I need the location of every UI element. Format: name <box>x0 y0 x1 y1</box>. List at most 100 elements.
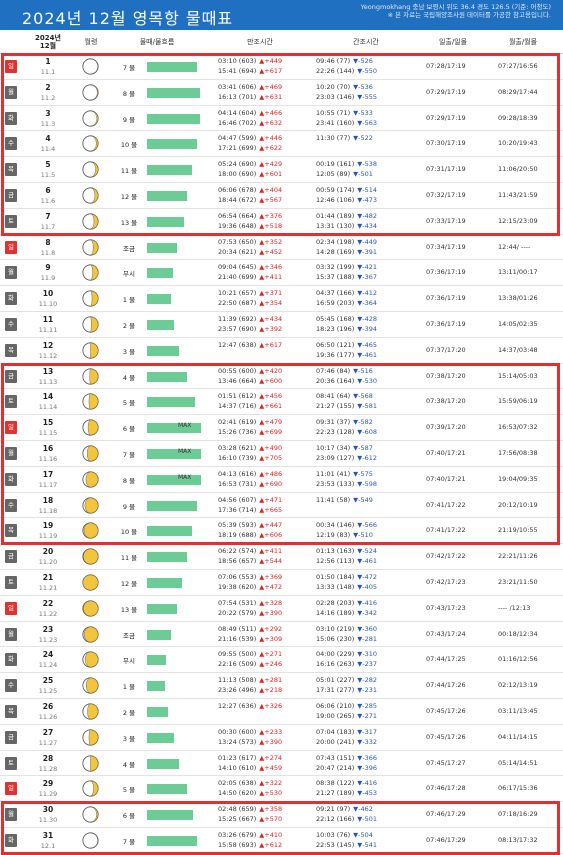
high-tide-1: 05:24 (690) ▲+429 <box>218 160 282 169</box>
tide-flow-bar <box>147 732 175 743</box>
high-tide-2: 20:34 (621) ▲+452 <box>218 248 282 257</box>
high-tide-1: 09:55 (500) ▲+271 <box>218 650 282 659</box>
low-tide-2-delta: ▼-501 <box>357 815 378 824</box>
tide-name: 2 물 <box>122 322 136 330</box>
high-tide-2-time: 16:46 (702) <box>218 118 257 127</box>
high-tide-2-delta: ▲+246 <box>259 660 283 669</box>
low-tide-1-delta: ▼-428 <box>357 315 378 323</box>
tide-flow-bar <box>147 216 184 227</box>
high-tide-1: 01:51 (612) ▲+456 <box>218 392 282 401</box>
low-tide-1-time: 07:46 (84) <box>316 366 351 375</box>
weekday-badge: 목 <box>5 705 17 718</box>
high-tide-2: 15:25 (667) ▲+570 <box>218 815 282 824</box>
high-tide-1-delta: ▲+410 <box>259 831 283 839</box>
lunar-date: 11.5 <box>40 171 56 180</box>
low-tide-1-time: 01:50 (184) <box>316 573 355 581</box>
high-tide-1-delta: ▲+486 <box>259 469 283 478</box>
table-row: 목 26 11.26 2 물 12:27 (636) ▲+326 06:06 (210) ▼-… <box>0 699 563 725</box>
low-tide-1-time: 03:32 (199) <box>316 263 355 272</box>
low-tide-2-delta: ▼-608 <box>357 428 378 437</box>
sunrise-sunset: 07:43/17:23 <box>426 603 466 612</box>
low-tide-2: 12:19 (83) ▼-510 <box>316 531 373 540</box>
sunrise-sunset: 07:42/17:23 <box>426 578 466 586</box>
high-tide-2-time: 15:58 (693) <box>218 841 257 849</box>
lunar-date: 11.25 <box>38 687 58 696</box>
low-tide-2-delta: ▼-342 <box>357 608 378 617</box>
column-low-tide: 간조시간 <box>353 38 379 46</box>
sunrise-sunset: 07:36/17:19 <box>426 294 466 303</box>
high-tide-1-delta: ▲+429 <box>259 160 283 169</box>
high-tide-2-time: 14:50 (620) <box>218 789 257 798</box>
high-tide-2-time: 16:53 (731) <box>218 479 257 488</box>
lunar-date: 11.10 <box>38 300 58 309</box>
moonrise-moonset: 06:17/15:36 <box>498 784 538 793</box>
high-tide-2: 15:26 (736) ▲+699 <box>218 428 282 437</box>
high-tide-1: 08:49 (511) ▲+292 <box>218 625 282 634</box>
low-tide-2-delta: ▼-394 <box>357 325 378 333</box>
tide-name: 3 물 <box>122 347 136 356</box>
sunrise-sunset: 07:44/17:25 <box>426 655 466 664</box>
moonrise-moonset: 15:14/05:03 <box>498 371 538 380</box>
low-tide-1-delta: ▼-566 <box>357 521 378 530</box>
low-tide-2: 21:27 (155) ▼-581 <box>316 402 377 411</box>
column-moonrise-moonset: 월출/월몰 <box>508 38 538 46</box>
low-tide-1-delta: ▼-416 <box>357 779 378 788</box>
weekday-badge: 수 <box>5 137 17 151</box>
moonrise-moonset: 11:43/21:59 <box>498 191 538 199</box>
low-tide-2-time: 14:16 (189) <box>316 608 355 617</box>
table-row: 월 16 11.16 7 물 MAX 03:28 (621) ▲+490 16:10 (739… <box>0 441 563 467</box>
tide-name: 무시 <box>123 270 135 279</box>
high-tide-1: 09:04 (645) ▲+346 <box>218 263 282 272</box>
high-tide-2: 22:50 (687) ▲+354 <box>218 299 282 308</box>
high-tide-1-time: 09:55 (500) <box>218 650 257 659</box>
table-row: 목 19 11.19 10 물 05:39 (593) ▲+447 18:19 (688) ▲… <box>0 518 563 545</box>
column-tide: 물때/물흐름 <box>139 38 175 46</box>
low-tide-1-time: 09:21 (97) <box>316 805 351 814</box>
weekday-badge: 일 <box>5 421 17 435</box>
table-row: 화 17 11.17 8 물 MAX 04:13 (616) ▲+486 16:53 (731… <box>0 467 563 493</box>
tide-flow-bar <box>147 629 171 640</box>
low-tide-2-time: 18:23 (196) <box>316 325 355 333</box>
moonrise-moonset: 12:44/ ---- <box>498 242 531 251</box>
tide-flow-bar <box>147 784 187 795</box>
high-tide-1-delta: ▲+420 <box>259 366 283 375</box>
high-tide-2-time: 15:41 (694) <box>218 67 257 75</box>
tide-name: 5 물 <box>122 786 136 795</box>
column-date-year: 2024년 <box>35 34 61 42</box>
low-tide-1-time: 08:41 (64) <box>316 392 351 401</box>
low-tide-2-delta: ▼-612 <box>357 454 378 462</box>
high-tide-1-delta: ▲+434 <box>259 315 283 323</box>
lunar-date: 11.30 <box>38 816 58 825</box>
tide-flow-bar <box>147 655 167 666</box>
low-tide-2: 14:28 (169) ▼-391 <box>316 248 377 257</box>
high-tide-1-time: 01:51 (612) <box>218 392 257 401</box>
moon-phase-icon <box>82 316 99 333</box>
tide-flow-bar <box>147 371 187 382</box>
moonrise-moonset: 01:16/12:56 <box>498 655 538 664</box>
tide-flow-bar <box>147 474 202 485</box>
low-tide-1: 00:34 (146) ▼-566 <box>316 521 377 530</box>
low-tide-1-time: 08:38 (122) <box>316 779 355 788</box>
weekday-badge: 월 <box>5 627 17 641</box>
moonrise-moonset: 09:28/18:39 <box>498 113 538 122</box>
low-tide-1-delta: ▼-449 <box>357 237 378 246</box>
tide-name: 1 물 <box>122 296 136 305</box>
tide-name: 12 물 <box>120 580 138 588</box>
high-tide-1: 00:30 (600) ▲+233 <box>218 728 282 737</box>
high-tide-1-time: 04:14 (604) <box>218 108 257 117</box>
low-tide-1-time: 07:04 (183) <box>316 727 355 736</box>
high-tide-2-time: 18:19 (688) <box>218 531 257 540</box>
high-tide-2-delta: ▲+530 <box>259 789 283 798</box>
low-tide-1-delta: ▼-549 <box>353 495 373 504</box>
low-tide-2-time: 12:05 (89) <box>316 170 351 179</box>
table-row: 수 11 11.11 2 물 11:39 (692) ▲+434 23:57 (690) ▲+… <box>0 312 563 338</box>
column-date: 2024년 12월 <box>20 30 76 54</box>
weekday-badge: 수 <box>5 679 17 693</box>
low-tide-1-time: 04:37 (166) <box>316 289 355 298</box>
weekday-badge: 토 <box>5 756 17 770</box>
low-tide-2: 23:03 (146) ▼-555 <box>316 93 377 102</box>
weekday-badge: 토 <box>5 214 17 228</box>
moon-phase-icon <box>82 651 99 668</box>
low-tide-2: 21:27 (189) ▼-453 <box>316 789 377 798</box>
sunrise-sunset: 07:37/17:20 <box>426 345 466 354</box>
